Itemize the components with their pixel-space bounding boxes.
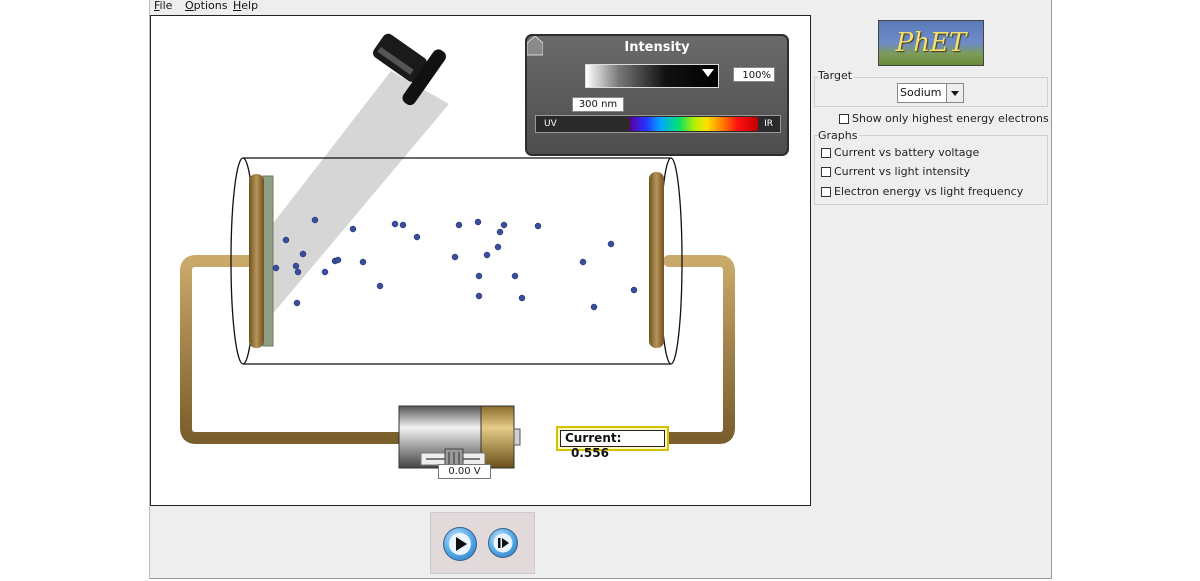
graph-current-vs-voltage-checkbox[interactable]: Current vs battery voltage xyxy=(821,147,979,161)
intensity-title: Intensity xyxy=(624,40,690,55)
electron xyxy=(474,218,482,226)
electron xyxy=(494,243,502,251)
electron xyxy=(518,294,526,302)
wavelength-slider-thumb[interactable] xyxy=(527,36,543,56)
electron xyxy=(475,272,483,280)
simulation-canvas: 0.00 V Current: 0.556 Intensity 100% 300… xyxy=(150,15,811,506)
target-label: Target xyxy=(818,69,855,82)
phet-logo[interactable]: PhET xyxy=(878,20,984,66)
electron xyxy=(299,250,307,258)
electron xyxy=(272,264,280,272)
electron xyxy=(334,256,342,264)
step-button[interactable] xyxy=(488,528,518,558)
graph-energy-vs-frequency-checkbox[interactable]: Electron energy vs light frequency xyxy=(821,186,1023,200)
battery-voltage-field[interactable]: 0.00 V xyxy=(438,464,491,479)
checkbox-box[interactable] xyxy=(839,114,849,124)
play-icon xyxy=(449,533,471,555)
menu-options[interactable]: Options xyxy=(185,0,227,12)
electron xyxy=(311,216,319,224)
uv-label: UV xyxy=(544,119,557,129)
graphs-label: Graphs xyxy=(818,129,860,142)
electron xyxy=(292,262,300,270)
checkbox-box[interactable] xyxy=(821,148,831,158)
current-readout: Current: 0.556 xyxy=(556,426,669,460)
wavelength-spectrum-slider[interactable]: UV IR xyxy=(535,115,781,133)
target-metal-plate xyxy=(262,175,274,347)
electron xyxy=(376,282,384,290)
target-select[interactable]: Sodium xyxy=(897,83,964,103)
step-icon xyxy=(493,533,513,553)
menu-file[interactable]: File xyxy=(154,0,172,12)
ir-label: IR xyxy=(764,119,773,129)
playback-controls xyxy=(430,512,535,574)
target-select-value: Sodium xyxy=(900,86,942,99)
electron xyxy=(630,286,638,294)
electron xyxy=(293,299,301,307)
intensity-panel: Intensity 100% 300 nm UV IR xyxy=(525,34,789,156)
play-button[interactable] xyxy=(443,527,477,561)
electron xyxy=(475,292,483,300)
electron xyxy=(607,240,615,248)
left-electrode xyxy=(249,174,264,348)
control-panel: PhET Target Sodium Show only highest ene… xyxy=(812,15,1051,575)
graph-option-label: Current vs light intensity xyxy=(834,165,971,178)
electron xyxy=(483,251,491,259)
electron xyxy=(500,221,508,229)
show-highest-energy-label: Show only highest energy electrons xyxy=(852,112,1049,125)
intensity-value-field[interactable]: 100% xyxy=(733,67,775,82)
menu-bar: File Options Help xyxy=(150,0,1051,14)
electron xyxy=(413,233,421,241)
electron xyxy=(391,220,399,228)
electron xyxy=(294,268,302,276)
electron xyxy=(451,253,459,261)
visible-spectrum-band xyxy=(630,117,758,131)
graph-current-vs-intensity-checkbox[interactable]: Current vs light intensity xyxy=(821,166,970,180)
graph-option-label: Electron energy vs light frequency xyxy=(834,185,1024,198)
electron xyxy=(511,272,519,280)
current-label: Current: xyxy=(565,431,622,445)
electron xyxy=(282,236,290,244)
menu-help[interactable]: Help xyxy=(233,0,258,12)
electron xyxy=(590,303,598,311)
electron xyxy=(496,228,504,236)
electron xyxy=(455,221,463,229)
electron xyxy=(321,268,329,276)
intensity-slider[interactable] xyxy=(585,64,719,88)
graph-option-label: Current vs battery voltage xyxy=(834,146,980,159)
electron xyxy=(359,258,367,266)
current-value: 0.556 xyxy=(571,446,609,460)
intensity-slider-thumb[interactable] xyxy=(702,69,714,77)
electron xyxy=(579,258,587,266)
checkbox-box[interactable] xyxy=(821,167,831,177)
right-electrode xyxy=(649,172,664,348)
show-highest-energy-checkbox[interactable]: Show only highest energy electrons xyxy=(839,113,1049,127)
wavelength-value-field[interactable]: 300 nm xyxy=(572,97,624,112)
light-beam xyxy=(271,71,449,316)
app-window: File Options Help 0.00 V Current: 0.556 … xyxy=(149,0,1052,579)
chevron-down-icon[interactable] xyxy=(946,84,963,102)
electron xyxy=(534,222,542,230)
electron xyxy=(349,225,357,233)
checkbox-box[interactable] xyxy=(821,187,831,197)
battery xyxy=(398,405,521,470)
electron xyxy=(399,221,407,229)
